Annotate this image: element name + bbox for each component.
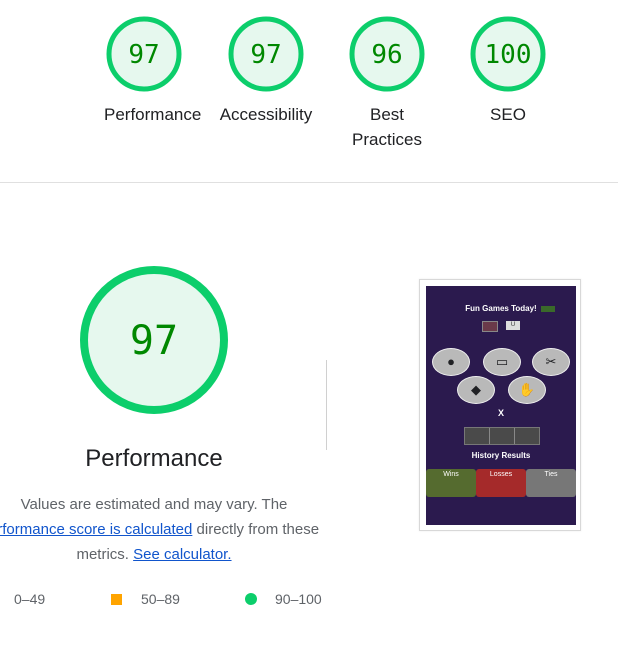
thumb-ties: Ties (526, 469, 576, 497)
thumb-losses: Losses (476, 469, 526, 497)
legend-fail-label: 0–49 (14, 591, 46, 607)
gauge-score: 100 (485, 40, 532, 70)
description-line3: metrics. See calculator. (0, 542, 328, 567)
gauge-performance[interactable]: 97 Performance (104, 14, 202, 127)
gauge-ring-icon: 100 (470, 16, 546, 92)
performance-score: 97 (130, 318, 178, 364)
performance-description: Values are estimated and may vary. The e… (0, 492, 328, 567)
legend-fail: 0–49 (14, 591, 45, 607)
gauge-seo[interactable]: 100 SEO (468, 14, 548, 127)
legend-average: 50–89 (141, 591, 180, 607)
legend-average-label: 50–89 (141, 591, 180, 607)
spock-icon: ✋ (508, 376, 546, 404)
legend-pass: 90–100 (275, 591, 322, 607)
description-text: directly from these (192, 521, 320, 538)
legend-pass-label: 90–100 (275, 591, 322, 607)
gauge-ring-icon: 96 (349, 16, 425, 92)
description-line1: Values are estimated and may vary. The (20, 496, 288, 513)
gauge-label: Best Practices (347, 102, 427, 152)
gauge-label-line1: Best (369, 105, 405, 124)
gauge-label: SEO (490, 105, 526, 124)
average-square-icon (111, 594, 122, 605)
gauge-score: 97 (128, 40, 159, 70)
final-screenshot-thumbnail[interactable]: Fun Games Today! U ● ▭ ✂ ◆ ✋ X History R… (419, 279, 581, 531)
vertical-divider (326, 360, 327, 450)
description-line2: erformance score is calculated directly … (0, 517, 328, 542)
thumb-indicator (541, 306, 555, 312)
performance-title: Performance (85, 445, 223, 472)
gauge-ring-icon: 97 (106, 16, 182, 92)
thumbnail-screen: Fun Games Today! U ● ▭ ✂ ◆ ✋ X History R… (426, 286, 576, 525)
gauge-label: Accessibility (219, 105, 313, 124)
gauge-label: Performance (104, 105, 202, 124)
paper-icon: ▭ (483, 348, 521, 376)
see-calculator-link[interactable]: See calculator. (133, 546, 231, 563)
thumb-history: History Results (471, 451, 531, 460)
gauge-label-line2: Practices (352, 130, 422, 149)
gauge-ring-icon: 97 (228, 16, 304, 92)
thumb-wins: Wins (426, 469, 476, 497)
score-calculated-link[interactable]: erformance score is calculated (0, 521, 192, 538)
rock-icon: ● (432, 348, 470, 376)
section-divider (0, 182, 618, 183)
description-text: metrics. (76, 546, 134, 563)
lizard-icon: ◆ (457, 376, 495, 404)
gauge-accessibility[interactable]: 97 Accessibility (220, 14, 312, 127)
thumb-button (482, 321, 498, 332)
gauge-score: 97 (250, 40, 281, 70)
pass-circle-icon (245, 593, 257, 605)
gauge-score: 96 (371, 40, 402, 70)
thumb-x: X (497, 408, 504, 418)
scissors-icon: ✂ (532, 348, 570, 376)
thumb-result-row (464, 427, 540, 445)
performance-gauge: 97 (80, 266, 228, 414)
thumb-button: U (506, 321, 520, 330)
gauge-best-practices[interactable]: 96 Best Practices (347, 14, 427, 152)
